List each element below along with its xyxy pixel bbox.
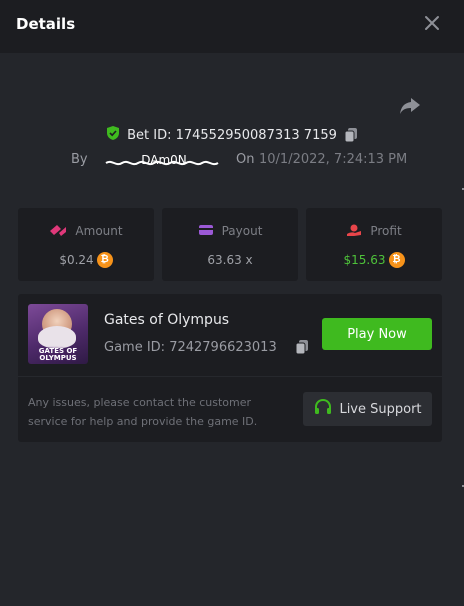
username-text: DAm0N xyxy=(141,153,187,167)
bet-id: Bet ID: 174552950087313 7159 xyxy=(127,127,337,143)
page-title: Details xyxy=(16,15,76,33)
game-name: Gates of Olympus xyxy=(104,312,230,328)
profit-label: Profit xyxy=(370,224,402,238)
payout-value: 63.63 x xyxy=(207,253,253,267)
live-support-label: Live Support xyxy=(339,401,422,417)
payout-label: Payout xyxy=(221,224,263,238)
payout-icon xyxy=(198,223,214,240)
share-icon[interactable] xyxy=(398,95,422,117)
close-icon[interactable] xyxy=(421,12,443,34)
game-id: Game ID: 7242796623013 xyxy=(104,340,277,355)
details-header: Details xyxy=(0,0,464,53)
thumbnail-logo: GATES OF OLYMPUS xyxy=(38,347,78,362)
divider xyxy=(18,376,442,377)
profit-value: $15.63 xyxy=(343,253,386,267)
profit-icon xyxy=(346,223,362,240)
verified-shield-icon xyxy=(105,125,121,145)
bet-id-row: Bet ID: 174552950087313 7159 xyxy=(0,124,464,146)
game-panel: GATES OF OLYMPUS Gates of Olympus Game I… xyxy=(18,294,442,442)
copy-game-id-icon[interactable] xyxy=(294,339,310,359)
bitcoin-icon: ₿ xyxy=(388,252,405,268)
help-text: Any issues, please contact the customer … xyxy=(28,396,258,428)
username[interactable]: DAm0N xyxy=(104,150,224,170)
headset-icon xyxy=(313,398,333,420)
amount-card: Amount $0.24 ₿ xyxy=(18,208,154,281)
bitcoin-icon: ₿ xyxy=(96,252,113,268)
amount-value: $0.24 xyxy=(59,253,94,267)
amount-label: Amount xyxy=(75,224,123,238)
zeus-beard-art xyxy=(38,326,76,348)
by-label: By xyxy=(71,152,88,167)
game-thumbnail[interactable]: GATES OF OLYMPUS xyxy=(28,304,88,364)
bet-timestamp: 10/1/2022, 7:24:13 PM xyxy=(259,152,408,167)
on-label: On xyxy=(236,152,255,167)
copy-bet-id-icon[interactable] xyxy=(343,127,359,143)
profit-card: Profit $15.63 ₿ xyxy=(306,208,442,281)
live-support-button[interactable]: Live Support xyxy=(303,392,432,426)
play-now-button[interactable]: Play Now xyxy=(322,318,432,350)
payout-card: Payout 63.63 x xyxy=(162,208,298,281)
amount-icon xyxy=(49,223,67,240)
